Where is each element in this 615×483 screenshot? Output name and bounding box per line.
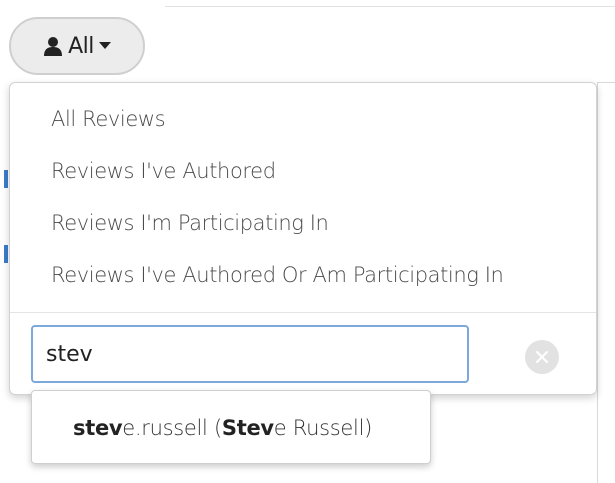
- user-suggestion-list: steve.russell (Steve Russell): [31, 390, 431, 464]
- background-accent: [4, 170, 8, 188]
- user-search-input[interactable]: [31, 325, 469, 383]
- suggestion-fullname-rest: e Russell: [273, 416, 365, 440]
- suggestion-username-rest: e.russell: [122, 416, 208, 440]
- suggestion-open-paren: (: [207, 416, 222, 440]
- clear-icon[interactable]: [525, 340, 559, 374]
- menu-item-all-reviews[interactable]: All Reviews: [51, 99, 166, 139]
- background-accent: [4, 245, 8, 263]
- background-panel: [597, 82, 615, 483]
- menu-divider: [10, 312, 596, 313]
- user-filter-button[interactable]: All: [9, 17, 145, 75]
- caret-down-icon: [98, 42, 111, 50]
- user-suggestion-item[interactable]: steve.russell (Steve Russell): [73, 408, 372, 448]
- suggestion-close-paren: ): [364, 416, 373, 440]
- menu-item-authored-or-participating[interactable]: Reviews I've Authored Or Am Participatin…: [51, 255, 504, 295]
- user-filter-label: All: [68, 33, 94, 59]
- suggestion-fullname-match: Stev: [221, 416, 274, 440]
- menu-item-authored[interactable]: Reviews I've Authored: [51, 151, 276, 191]
- menu-item-participating[interactable]: Reviews I'm Participating In: [51, 203, 329, 243]
- user-filter-menu: All Reviews Reviews I've Authored Review…: [9, 82, 597, 395]
- suggestion-username-match: stev: [73, 416, 123, 440]
- user-icon: [43, 36, 63, 56]
- header-divider: [165, 0, 615, 7]
